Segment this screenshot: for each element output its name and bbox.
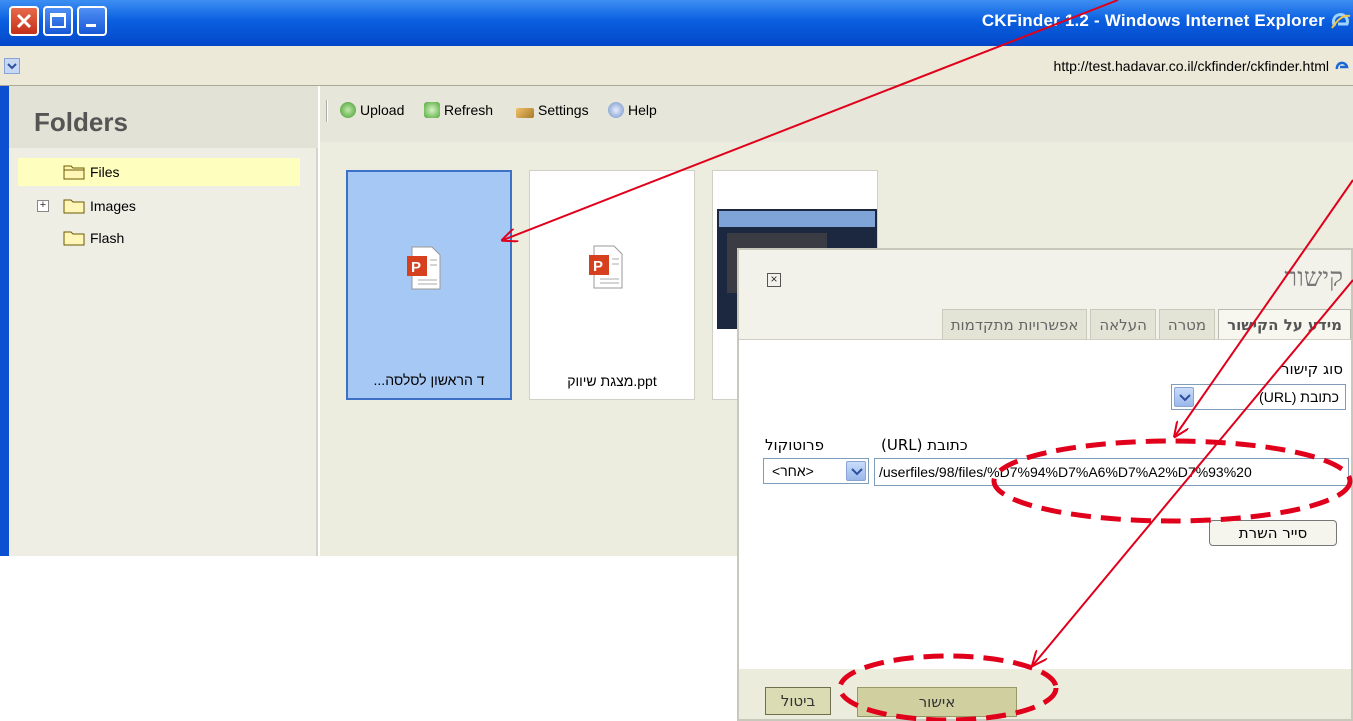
refresh-label: Refresh <box>444 102 494 118</box>
ok-button[interactable]: אישור <box>857 687 1017 717</box>
dialog-body: סוג קישור כתובת (URL) פרוטוקול כתובת (UR… <box>739 339 1351 669</box>
address-dropdown-button[interactable] <box>4 58 20 74</box>
dropdown-arrow[interactable] <box>1174 387 1194 407</box>
toolbar-separator <box>326 100 328 122</box>
file-thumbnail[interactable]: P ...ד הראשון לסלסה <box>346 170 512 400</box>
tab-upload[interactable]: העלאה <box>1090 309 1156 339</box>
chevron-down-icon <box>1179 394 1191 402</box>
minimize-window-button[interactable] <box>77 6 107 36</box>
protocol-select[interactable]: <אחר> <box>763 458 869 484</box>
file-toolbar: Upload Refresh Settings Help <box>320 86 1353 142</box>
folder-icon <box>63 231 85 246</box>
folder-label: Images <box>90 198 136 214</box>
minimize-icon <box>86 24 96 27</box>
settings-button[interactable]: Settings <box>516 102 589 118</box>
protocol-label: פרוטוקול <box>765 436 824 454</box>
powerpoint-file-icon: P <box>589 245 623 289</box>
file-name: מצגת שיווק.ppt <box>567 373 657 389</box>
link-type-label: סוג קישור <box>1281 360 1343 378</box>
window-title-bar: CKFinder 1.2 - Windows Internet Explorer <box>0 0 1353 46</box>
folder-icon <box>63 199 85 214</box>
link-dialog: × קישור מידע על הקישור מטרה העלאה אפשרוי… <box>737 248 1353 721</box>
dropdown-arrow[interactable] <box>846 461 866 481</box>
file-thumbnail[interactable]: P מצגת שיווק.ppt <box>529 170 695 400</box>
ie-page-icon <box>1335 61 1349 70</box>
upload-button[interactable]: Upload <box>340 102 404 118</box>
upload-label: Upload <box>360 102 405 118</box>
dialog-tabs: מידע על הקישור מטרה העלאה אפשרויות מתקדמ… <box>823 309 1351 339</box>
svg-text:P: P <box>411 259 421 276</box>
maximize-icon <box>50 13 66 28</box>
settings-label: Settings <box>538 102 589 118</box>
expand-toggle[interactable]: + <box>37 200 49 212</box>
url-value: /userfiles/98/files/%D7%94%D7%A6%D7%A2%D… <box>879 464 1252 480</box>
window-title: CKFinder 1.2 - Windows Internet Explorer <box>981 11 1325 30</box>
address-bar: http://test.hadavar.co.il/ckfinder/ckfin… <box>0 46 1353 86</box>
folder-label: Files <box>90 164 120 180</box>
dialog-title: קישור <box>1284 263 1343 293</box>
file-name: ...ד הראשון לסלסה <box>373 372 485 388</box>
maximize-window-button[interactable] <box>43 6 73 36</box>
link-type-value: כתובת (URL) <box>1259 389 1339 405</box>
folders-header: Folders <box>9 86 318 148</box>
ie-logo-icon <box>1331 13 1351 29</box>
link-type-select[interactable]: כתובת (URL) <box>1171 384 1346 410</box>
powerpoint-file-icon: P <box>407 246 441 290</box>
close-icon <box>16 13 32 29</box>
folders-panel: Folders Files + Images Flash <box>9 86 318 556</box>
tab-target[interactable]: מטרה <box>1158 309 1216 339</box>
chevron-down-icon <box>7 63 17 70</box>
wrench-icon <box>516 108 534 118</box>
help-label: Help <box>628 102 657 118</box>
folder-item-images[interactable]: + Images <box>18 192 300 220</box>
refresh-button[interactable]: Refresh <box>424 102 493 118</box>
help-button[interactable]: Help <box>608 102 657 118</box>
folder-label: Flash <box>90 230 125 246</box>
dialog-close-button[interactable]: × <box>767 273 781 287</box>
browse-server-button[interactable]: סייר השרת <box>1209 520 1337 546</box>
url-input[interactable]: /userfiles/98/files/%D7%94%D7%A6%D7%A2%D… <box>874 458 1349 486</box>
refresh-icon <box>424 102 440 118</box>
dialog-footer: ביטול אישור <box>739 669 1351 719</box>
close-window-button[interactable] <box>9 6 39 36</box>
folder-item-flash[interactable]: Flash <box>18 224 300 252</box>
chevron-down-icon <box>851 468 863 476</box>
svg-text:P: P <box>593 258 603 275</box>
upload-icon <box>340 102 356 118</box>
window-frame-left <box>0 86 9 556</box>
folder-item-files[interactable]: Files <box>18 158 300 186</box>
tab-advanced[interactable]: אפשרויות מתקדמות <box>941 309 1088 339</box>
url-label: כתובת (URL) <box>881 436 968 454</box>
protocol-value: <אחר> <box>772 463 814 479</box>
tab-link-info[interactable]: מידע על הקישור <box>1218 309 1351 339</box>
address-url[interactable]: http://test.hadavar.co.il/ckfinder/ckfin… <box>1054 58 1329 74</box>
cancel-button[interactable]: ביטול <box>765 687 831 715</box>
folders-title: Folders <box>34 107 128 137</box>
folder-icon <box>63 165 85 180</box>
help-icon <box>608 102 624 118</box>
